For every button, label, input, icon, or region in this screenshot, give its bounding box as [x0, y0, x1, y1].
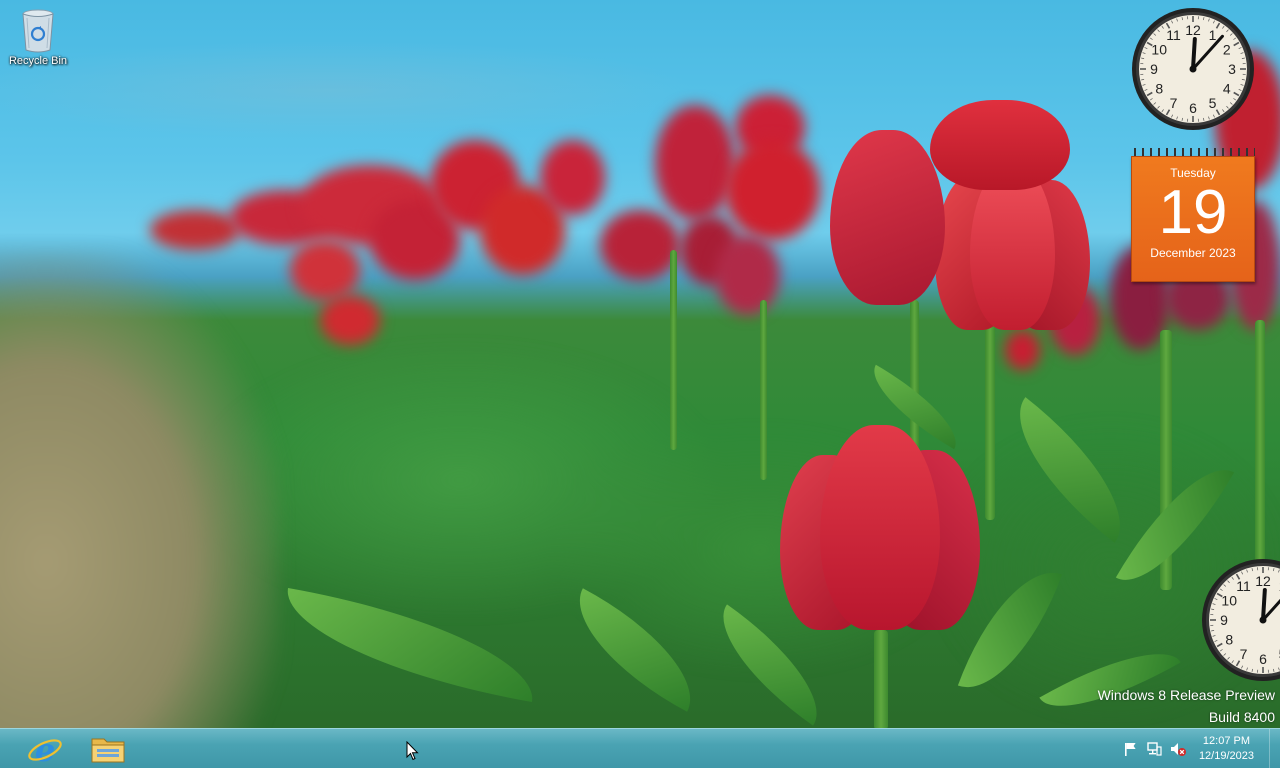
- clock-numeral: 2: [1223, 42, 1231, 58]
- wallpaper-tulip-blur: [655, 105, 735, 220]
- analog-clock-face: 12 12 3 45678 9 1011: [1130, 6, 1256, 132]
- wallpaper-tulip-blur: [600, 210, 680, 280]
- clock-numeral: 3: [1228, 61, 1236, 77]
- desktop-wallpaper[interactable]: Recycle Bin 121234567891011 Tuesday 19 D…: [0, 0, 1280, 728]
- clock-numeral: 7: [1240, 646, 1248, 662]
- taskbar: e 12:07 PM 12/19/2023: [0, 728, 1280, 768]
- tray-time: 12:07 PM: [1199, 734, 1254, 749]
- clock-numeral: 4: [1223, 81, 1231, 97]
- clock-numeral: 12: [1185, 22, 1201, 38]
- show-desktop-button[interactable]: [1269, 729, 1280, 769]
- clock-numeral: 12: [1255, 573, 1271, 589]
- file-explorer-icon: [81, 730, 135, 768]
- clock-center-pin: [1190, 66, 1197, 73]
- svg-text:e: e: [35, 731, 55, 768]
- mouse-cursor-icon: [406, 741, 420, 761]
- clock-numeral: 8: [1155, 81, 1163, 97]
- action-center-flag-icon[interactable]: [1122, 741, 1138, 757]
- clock-numeral: 9: [1150, 61, 1158, 77]
- wallpaper-tulip-blur: [150, 210, 240, 250]
- clock-numeral: 1: [1209, 27, 1217, 43]
- analog-clock-face: 121234567891011: [1200, 557, 1280, 683]
- clock-gadget[interactable]: 12 12 3 45678 9 1011: [1130, 6, 1256, 136]
- clock-numeral: 7: [1170, 95, 1178, 111]
- clock-hour-hand: [1193, 39, 1195, 69]
- clock-numeral: 6: [1189, 100, 1197, 116]
- wallpaper-tulip-blur: [725, 140, 820, 240]
- wallpaper-stem: [874, 630, 888, 728]
- clock-numeral: 11: [1236, 578, 1251, 594]
- wallpaper-stem: [985, 320, 995, 520]
- watermark-build: Build 8400: [1098, 706, 1275, 728]
- wallpaper-tulip-large: [930, 100, 1070, 190]
- tray-date: 12/19/2023: [1199, 749, 1254, 764]
- wallpaper-dirt-path: [0, 250, 280, 728]
- wallpaper-stem: [1255, 320, 1265, 570]
- calendar-month-year: December 2023: [1132, 246, 1254, 260]
- clock-numeral: 8: [1225, 632, 1233, 648]
- clock-numeral: 11: [1166, 27, 1181, 43]
- clock-numeral: 9: [1220, 612, 1228, 628]
- file-explorer-taskbar-button[interactable]: [81, 730, 135, 768]
- wallpaper-tulip-blur: [290, 240, 360, 300]
- system-tray-clock[interactable]: 12:07 PM 12/19/2023: [1199, 734, 1254, 764]
- wallpaper-tulip-blur: [320, 295, 380, 345]
- wallpaper-tulip-blur: [1005, 330, 1040, 370]
- clock-numeral: 10: [1221, 593, 1237, 609]
- clock-numeral: 6: [1259, 651, 1267, 667]
- wallpaper-tulip-foreground: [780, 425, 980, 640]
- clock-numeral: 5: [1209, 95, 1217, 111]
- recycle-bin-desktop-icon[interactable]: Recycle Bin: [4, 6, 72, 68]
- wallpaper-tulip-blur: [540, 140, 605, 215]
- network-icon[interactable]: [1146, 741, 1162, 757]
- calendar-page: Tuesday 19 December 2023: [1131, 156, 1255, 282]
- watermark-title: Windows 8 Release Preview: [1098, 684, 1275, 706]
- clock-center-pin: [1260, 617, 1267, 624]
- wallpaper-tulip-large: [935, 165, 1090, 335]
- clock-gadget-secondary[interactable]: 121234567891011: [1200, 557, 1280, 683]
- wallpaper-tulip-blur: [715, 235, 780, 315]
- clock-numeral: 10: [1151, 42, 1167, 58]
- calendar-gadget[interactable]: Tuesday 19 December 2023: [1131, 148, 1255, 282]
- recycle-bin-label: Recycle Bin: [4, 54, 72, 68]
- wallpaper-stem: [760, 300, 767, 480]
- wallpaper-stem: [670, 250, 677, 450]
- volume-muted-icon[interactable]: [1170, 741, 1186, 757]
- windows-version-watermark: Windows 8 Release Preview Build 8400: [1098, 684, 1275, 728]
- clock-hour-hand: [1263, 590, 1265, 620]
- internet-explorer-taskbar-button[interactable]: e: [18, 730, 72, 768]
- wallpaper-tulip-large: [830, 130, 945, 305]
- internet-explorer-icon: e: [18, 730, 72, 768]
- recycle-bin-icon: [18, 6, 58, 54]
- calendar-date: 19: [1132, 180, 1254, 246]
